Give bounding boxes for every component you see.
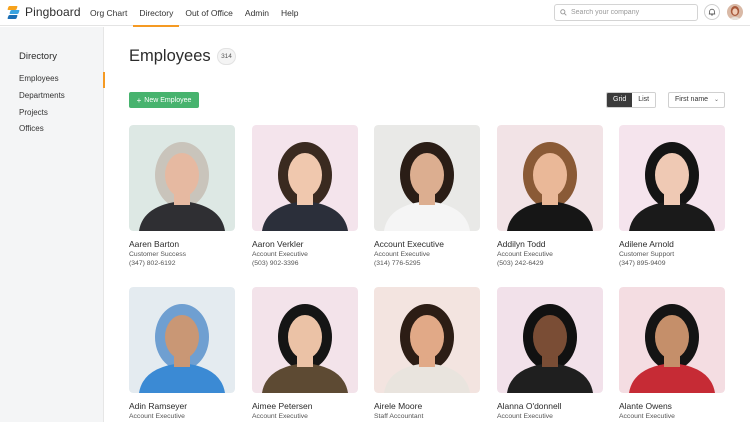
employee-card[interactable]: Alanna O'donnell Account Executive <box>497 287 603 420</box>
top-bar: Pingboard Org Chart Directory Out of Off… <box>0 0 750 27</box>
list-view-button[interactable]: List <box>632 93 656 107</box>
employee-role: Account Executive <box>374 251 430 258</box>
bell-icon <box>708 8 716 16</box>
employee-name[interactable]: Alante Owens <box>619 401 725 411</box>
employee-name[interactable]: Aaron Verkler <box>252 239 358 249</box>
employee-photo[interactable] <box>129 287 235 393</box>
new-employee-label: New Employee <box>144 96 192 104</box>
sidebar-item-offices[interactable]: Offices <box>19 122 104 136</box>
plus-icon: + <box>136 95 142 105</box>
employee-card[interactable]: Addilyn Todd Account Executive (503) 242-6… <box>497 125 603 267</box>
employee-card[interactable]: Adin Ramseyer Account Executive <box>129 287 235 420</box>
pingboard-logo-icon <box>7 5 20 19</box>
app-name: Pingboard <box>25 5 81 19</box>
employee-photo[interactable] <box>619 125 725 231</box>
search-box[interactable] <box>554 4 698 21</box>
employee-card[interactable]: Alante Owens Account Executive <box>619 287 725 420</box>
employee-phone: (314) 776-5295 <box>374 260 421 267</box>
employee-name[interactable]: Airele Moore <box>374 401 480 411</box>
sidebar-item-departments[interactable]: Departments <box>19 89 104 103</box>
employee-photo[interactable] <box>374 125 480 231</box>
sidebar: Directory Employees Departments Projects… <box>0 27 105 422</box>
employee-card[interactable]: Aimee Petersen Account Executive <box>252 287 358 420</box>
employee-name[interactable]: Adilene Arnold <box>619 239 725 249</box>
chevron-down-icon: ⌄ <box>713 97 719 103</box>
user-avatar[interactable] <box>727 4 743 20</box>
employee-name[interactable]: Aaren Barton <box>129 239 235 249</box>
employee-role: Customer Success <box>129 251 187 258</box>
employee-card[interactable]: Airele Moore Staff Accountant <box>374 287 480 420</box>
app-logo[interactable]: Pingboard <box>7 5 81 19</box>
employee-role: Staff Accountant <box>374 413 424 420</box>
employee-photo[interactable] <box>374 287 480 393</box>
employee-photo[interactable] <box>252 287 358 393</box>
employee-role: Account Executive <box>129 413 185 420</box>
nav-admin[interactable]: Admin <box>239 0 275 26</box>
employee-role: Account Executive <box>497 251 553 258</box>
sidebar-item-employees[interactable]: Employees <box>19 72 105 88</box>
nav-org-chart[interactable]: Org Chart <box>84 0 133 26</box>
employee-photo[interactable] <box>129 125 235 231</box>
sidebar-item-projects[interactable]: Projects <box>19 106 104 120</box>
sort-label: First name <box>675 96 709 103</box>
employee-phone: (503) 902-3396 <box>252 260 299 267</box>
employee-name[interactable]: Adin Ramseyer <box>129 401 235 411</box>
employee-card[interactable]: Aaron Verkler Account Executive (503) 902-… <box>252 125 358 267</box>
view-toggle: Grid List <box>606 92 657 108</box>
employee-card[interactable]: Account Executive Account Executive (314) … <box>374 125 480 267</box>
nav-help[interactable]: Help <box>275 0 304 26</box>
search-input[interactable] <box>571 9 691 16</box>
nav-directory[interactable]: Directory <box>133 0 180 27</box>
employee-count-badge: 314 <box>217 48 236 65</box>
employee-card[interactable]: Aaren Barton Customer Success (347) 802-61… <box>129 125 235 267</box>
employee-role: Account Executive <box>252 251 308 258</box>
page-title: Employees <box>129 47 211 65</box>
employee-name[interactable]: Addilyn Todd <box>497 239 603 249</box>
notifications-button[interactable] <box>704 4 720 20</box>
employee-photo[interactable] <box>497 287 603 393</box>
sort-dropdown[interactable]: First name ⌄ <box>668 92 725 108</box>
employee-photo[interactable] <box>497 125 603 231</box>
employee-photo[interactable] <box>252 125 358 231</box>
search-icon <box>560 9 567 16</box>
employee-phone: (347) 802-6192 <box>129 260 176 267</box>
employee-photo[interactable] <box>619 287 725 393</box>
employee-phone: (503) 242-6429 <box>497 260 544 267</box>
nav-out-of-office[interactable]: Out of Office <box>179 0 239 26</box>
employee-phone: (347) 895-9409 <box>619 260 666 267</box>
new-employee-button[interactable]: + New Employee <box>129 92 199 108</box>
employee-card[interactable]: Adilene Arnold Customer Support (347) 895-… <box>619 125 725 267</box>
employee-name[interactable]: Account Executive <box>374 239 480 249</box>
grid-view-button[interactable]: Grid <box>607 93 633 107</box>
employee-name[interactable]: Aimee Petersen <box>252 401 358 411</box>
employee-name[interactable]: Alanna O'donnell <box>497 401 603 411</box>
employee-role: Account Executive <box>619 413 675 420</box>
employee-role: Customer Support <box>619 251 675 258</box>
main-nav: Org Chart Directory Out of Office Admin … <box>84 0 304 27</box>
sidebar-title: Directory <box>19 51 58 62</box>
employee-role: Account Executive <box>497 413 553 420</box>
employee-role: Account Executive <box>252 413 308 420</box>
